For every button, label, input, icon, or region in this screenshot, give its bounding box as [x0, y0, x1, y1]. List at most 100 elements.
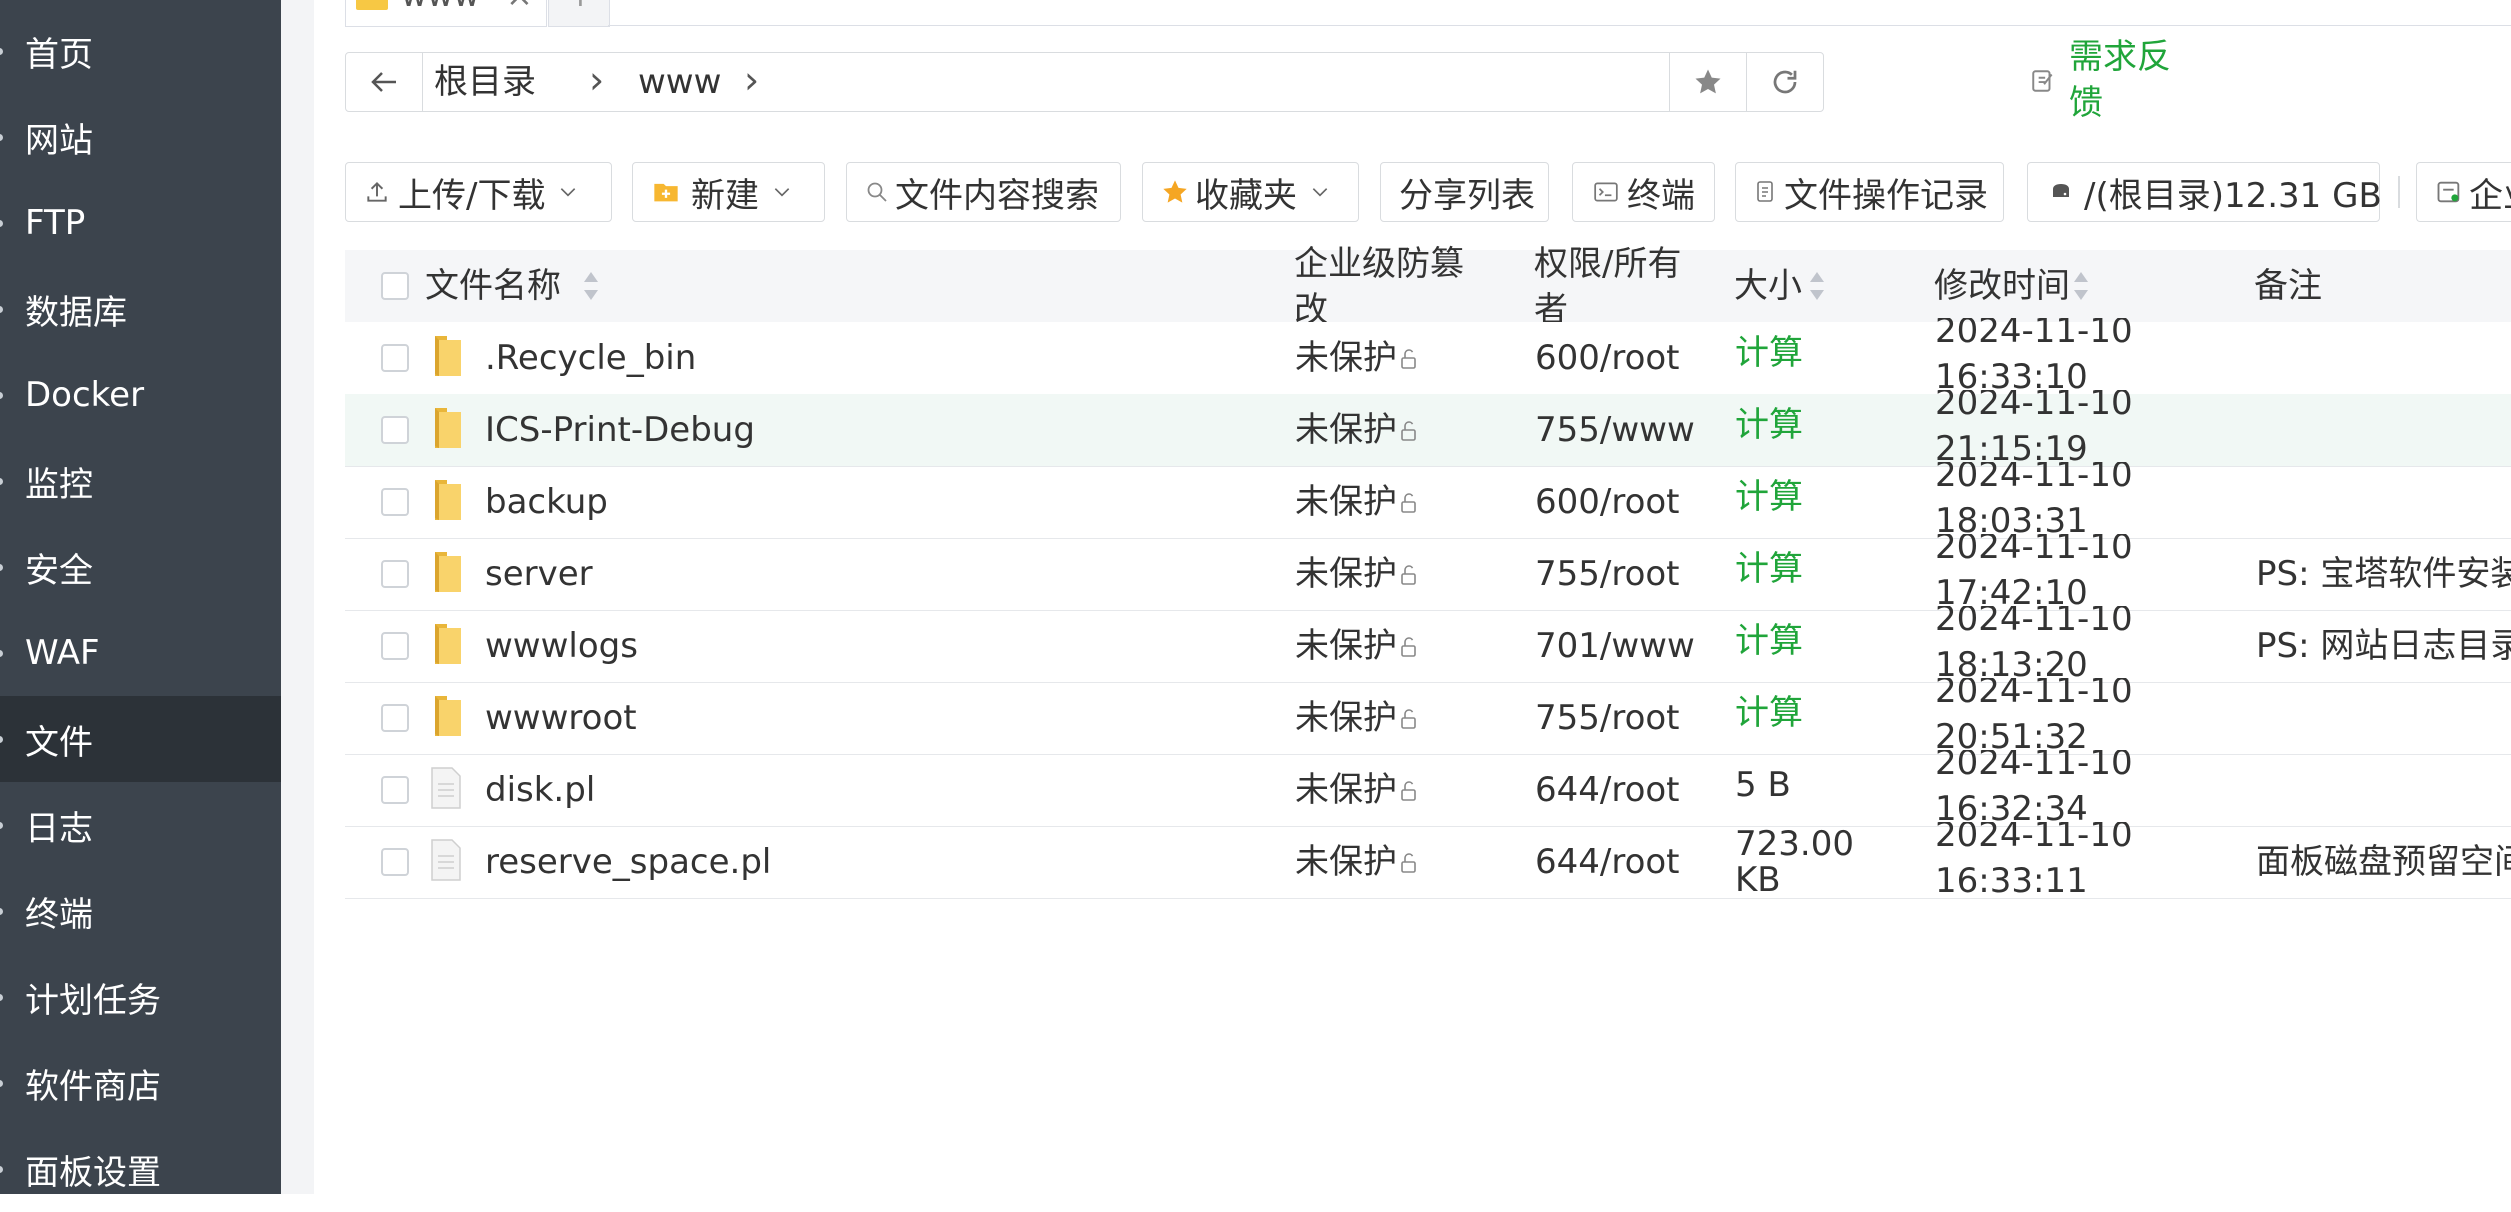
content-gutter [281, 0, 314, 1194]
sidebar-item-settings[interactable]: 面板设置 [0, 1126, 281, 1212]
note[interactable]: PS: 网站日志目录 [2256, 623, 2511, 669]
back-button[interactable] [346, 53, 423, 111]
sidebar-item-cron[interactable]: 计划任务 [0, 954, 281, 1040]
size-line: 计算 [1735, 405, 1803, 445]
file-name[interactable]: wwwroot [485, 695, 637, 741]
file-size[interactable]: 计算 [1735, 390, 1885, 466]
sidebar-item-waf[interactable]: WAF [0, 610, 281, 696]
table-row[interactable]: disk.pl 未保护 644/root 5 B 2024-11-10 16:32:34 [345, 750, 2511, 827]
disk-button[interactable]: /(根目录)12.31 GB [2027, 162, 2382, 222]
permission[interactable]: 644/root [1535, 767, 1680, 813]
tab-www[interactable]: www × [345, 0, 547, 27]
sidebar-item-store[interactable]: 软件商店 [0, 1040, 281, 1126]
tab-close-icon[interactable]: × [506, 0, 533, 14]
file-size[interactable]: 计算 [1735, 318, 1885, 394]
protect-status[interactable]: 未保护 [1295, 407, 1421, 455]
tab-add-button[interactable]: + [548, 0, 610, 27]
header-perm-line: 者 [1534, 290, 1568, 322]
permission[interactable]: 600/root [1535, 479, 1680, 525]
note[interactable]: 面板磁盘预留空间文 [2256, 839, 2511, 885]
header-protect-line: 企业级防篡 [1294, 244, 1464, 284]
sidebar-item-files[interactable]: 文件 [0, 696, 281, 782]
enterprise-button[interactable]: 企业 [2416, 162, 2511, 222]
sidebar-item-database[interactable]: 数据库 [0, 266, 281, 352]
protect-status[interactable]: 未保护 [1295, 479, 1421, 527]
breadcrumb-www[interactable]: www [638, 59, 721, 105]
sidebar-item-logs[interactable]: 日志 [0, 782, 281, 868]
table-row[interactable]: .Recycle_bin 未保护 600/root 计算 2024-11-10 16:33… [345, 318, 2511, 395]
favorite-path-button[interactable] [1669, 53, 1746, 111]
protect-status[interactable]: 未保护 [1295, 623, 1421, 671]
terminal-button[interactable]: 终端 [1572, 162, 1715, 222]
breadcrumb-root[interactable]: 根目录 [434, 59, 536, 105]
sort-icon[interactable] [1808, 269, 1826, 303]
protect-status[interactable]: 未保护 [1295, 335, 1421, 383]
new-button[interactable]: 新建 [632, 162, 825, 222]
note[interactable]: PS: 宝塔软件安装目 [2256, 551, 2511, 597]
protect-status[interactable]: 未保护 [1295, 551, 1421, 599]
row-checkbox[interactable] [381, 344, 409, 372]
file-name[interactable]: .Recycle_bin [485, 335, 696, 381]
table-row[interactable]: backup 未保护 600/root 计算 2024-11-10 18:03:31 [345, 462, 2511, 539]
file-name[interactable]: wwwlogs [485, 623, 638, 669]
file-name[interactable]: server [485, 551, 593, 597]
upload-download-button[interactable]: 上传/下载 [345, 162, 612, 222]
table-row[interactable]: wwwroot 未保护 755/root 计算 2024-11-10 20:51:32 [345, 678, 2511, 755]
sort-icon[interactable] [582, 269, 600, 303]
file-size[interactable]: 计算 [1735, 462, 1885, 538]
row-checkbox[interactable] [381, 488, 409, 516]
file-name[interactable]: ICS-Print-Debug [485, 407, 755, 453]
permission[interactable]: 755/www [1535, 407, 1695, 453]
file-name[interactable]: disk.pl [485, 767, 595, 813]
terminal-icon [1594, 182, 1618, 202]
sidebar-item-security[interactable]: 安全 [0, 524, 281, 610]
permission[interactable]: 755/root [1535, 551, 1680, 597]
file-name[interactable]: reserve_space.pl [485, 839, 771, 885]
operation-log-button[interactable]: 文件操作记录 [1735, 162, 2004, 222]
file-size[interactable]: 计算 [1735, 678, 1885, 754]
button-label: 文件内容搜索 [895, 175, 1099, 216]
header-mtime[interactable]: 修改时间 [1934, 263, 2070, 309]
table-row[interactable]: ICS-Print-Debug 未保护 755/www 计算 2024-11-10 21:… [345, 390, 2511, 467]
share-list-button[interactable]: 分享列表 [1380, 162, 1549, 222]
row-checkbox[interactable] [381, 776, 409, 804]
protect-status[interactable]: 未保护 [1295, 767, 1421, 815]
table-row[interactable]: server 未保护 755/root 计算 2024-11-10 17:42:10 PS:… [345, 534, 2511, 611]
modified-time: 2024-11-10 18:13:20 [1935, 606, 2135, 682]
sidebar-item-docker[interactable]: Docker [0, 352, 281, 438]
row-checkbox[interactable] [381, 560, 409, 588]
row-checkbox[interactable] [381, 848, 409, 876]
sidebar-item-label: 数据库 [25, 292, 127, 333]
table-row[interactable]: wwwlogs 未保护 701/www 计算 2024-11-10 18:13:20 PS:… [345, 606, 2511, 683]
file-size[interactable]: 计算 [1735, 534, 1885, 610]
permission[interactable]: 644/root [1535, 839, 1680, 885]
sidebar-item-monitor[interactable]: 监控 [0, 438, 281, 524]
file-size[interactable]: 计算 [1735, 606, 1885, 682]
row-checkbox[interactable] [381, 632, 409, 660]
favorites-button[interactable]: 收藏夹 [1142, 162, 1359, 222]
sidebar-item-ftp[interactable]: FTP [0, 180, 281, 266]
permission[interactable]: 600/root [1535, 335, 1680, 381]
permission[interactable]: 755/root [1535, 695, 1680, 741]
row-checkbox[interactable] [381, 416, 409, 444]
permission[interactable]: 701/www [1535, 623, 1695, 669]
table-row[interactable]: reserve_space.pl 未保护 644/root 723.00 KB 2024-… [345, 822, 2511, 899]
file-name[interactable]: backup [485, 479, 608, 525]
size-line: 计算 [1735, 693, 1803, 733]
row-checkbox[interactable] [381, 704, 409, 732]
header-name[interactable]: 文件名称 [425, 263, 561, 309]
sidebar-item-home[interactable]: 首页 [0, 8, 281, 94]
path-bar[interactable]: 根目录 › www › [345, 52, 1824, 112]
sidebar-item-terminal[interactable]: 终端 [0, 868, 281, 954]
content-search-button[interactable]: 文件内容搜索 [846, 162, 1121, 222]
sidebar-item-website[interactable]: 网站 [0, 94, 281, 180]
protect-status[interactable]: 未保护 [1295, 839, 1421, 887]
select-all-checkbox[interactable] [381, 272, 409, 300]
header-permission: 权限/所有 者 [1534, 241, 1714, 322]
protect-status[interactable]: 未保护 [1295, 695, 1421, 743]
sort-icon[interactable] [2072, 269, 2090, 303]
protect-label: 未保护 [1295, 554, 1397, 594]
refresh-button[interactable] [1746, 53, 1823, 111]
header-size[interactable]: 大小 [1734, 263, 1802, 309]
feedback-link[interactable]: 需求反 馈 [2069, 34, 2171, 126]
